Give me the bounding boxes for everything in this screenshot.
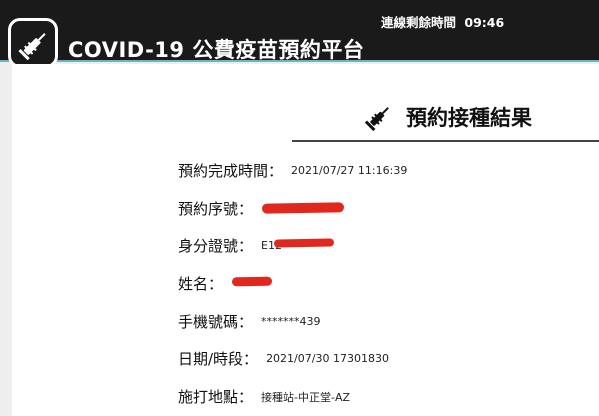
result-card: 預約接種結果 預約完成時間： 2021/07/27 11:16:39 預約序號：… (12, 64, 599, 416)
info-row-phone: 手機號碼： *******439 (178, 311, 321, 332)
session-timer-label: 連線剩餘時間 (381, 15, 457, 30)
row-label: 預約完成時間： (178, 162, 284, 180)
session-timer-value: 09:46 (464, 15, 505, 30)
app-header: COVID-19 公費疫苗預約平台 連線剩餘時間 09:46 (0, 0, 599, 68)
info-row-location: 施打地點： 接種站-中正堂-AZ (178, 386, 350, 407)
session-timer: 連線剩餘時間 09:46 (381, 12, 504, 31)
info-row-name: 姓名： (178, 273, 231, 294)
row-label: 姓名： (178, 275, 224, 293)
redaction-mark (231, 276, 273, 287)
row-value: 2021/07/30 17301830 (266, 352, 389, 365)
info-row-completion-time: 預約完成時間： 2021/07/27 11:16:39 (178, 160, 407, 181)
row-label: 日期/時段： (178, 350, 259, 368)
info-row-booking-number: 預約序號： (178, 198, 261, 219)
redaction-mark (261, 202, 345, 214)
info-row-date-slot: 日期/時段： 2021/07/30 17301830 (178, 348, 389, 369)
info-row-id-number: 身分證號： E12 (178, 235, 282, 256)
result-heading: 預約接種結果 (364, 102, 532, 132)
syringe-icon (364, 107, 389, 132)
row-value: 接種站-中正堂-AZ (261, 390, 351, 404)
row-label: 施打地點： (178, 388, 254, 406)
app-logo (8, 18, 58, 68)
row-value: *******439 (261, 315, 321, 328)
syringe-icon (18, 33, 46, 61)
row-label: 身分證號： (178, 237, 254, 255)
row-label: 手機號碼： (178, 313, 254, 331)
app-title: COVID-19 公費疫苗預約平台 (68, 38, 365, 62)
row-label: 預約序號： (178, 200, 254, 218)
row-value: 2021/07/27 11:16:39 (291, 164, 408, 177)
result-title: 預約接種結果 (406, 106, 532, 130)
redaction-mark (273, 238, 335, 248)
heading-divider (292, 140, 599, 142)
